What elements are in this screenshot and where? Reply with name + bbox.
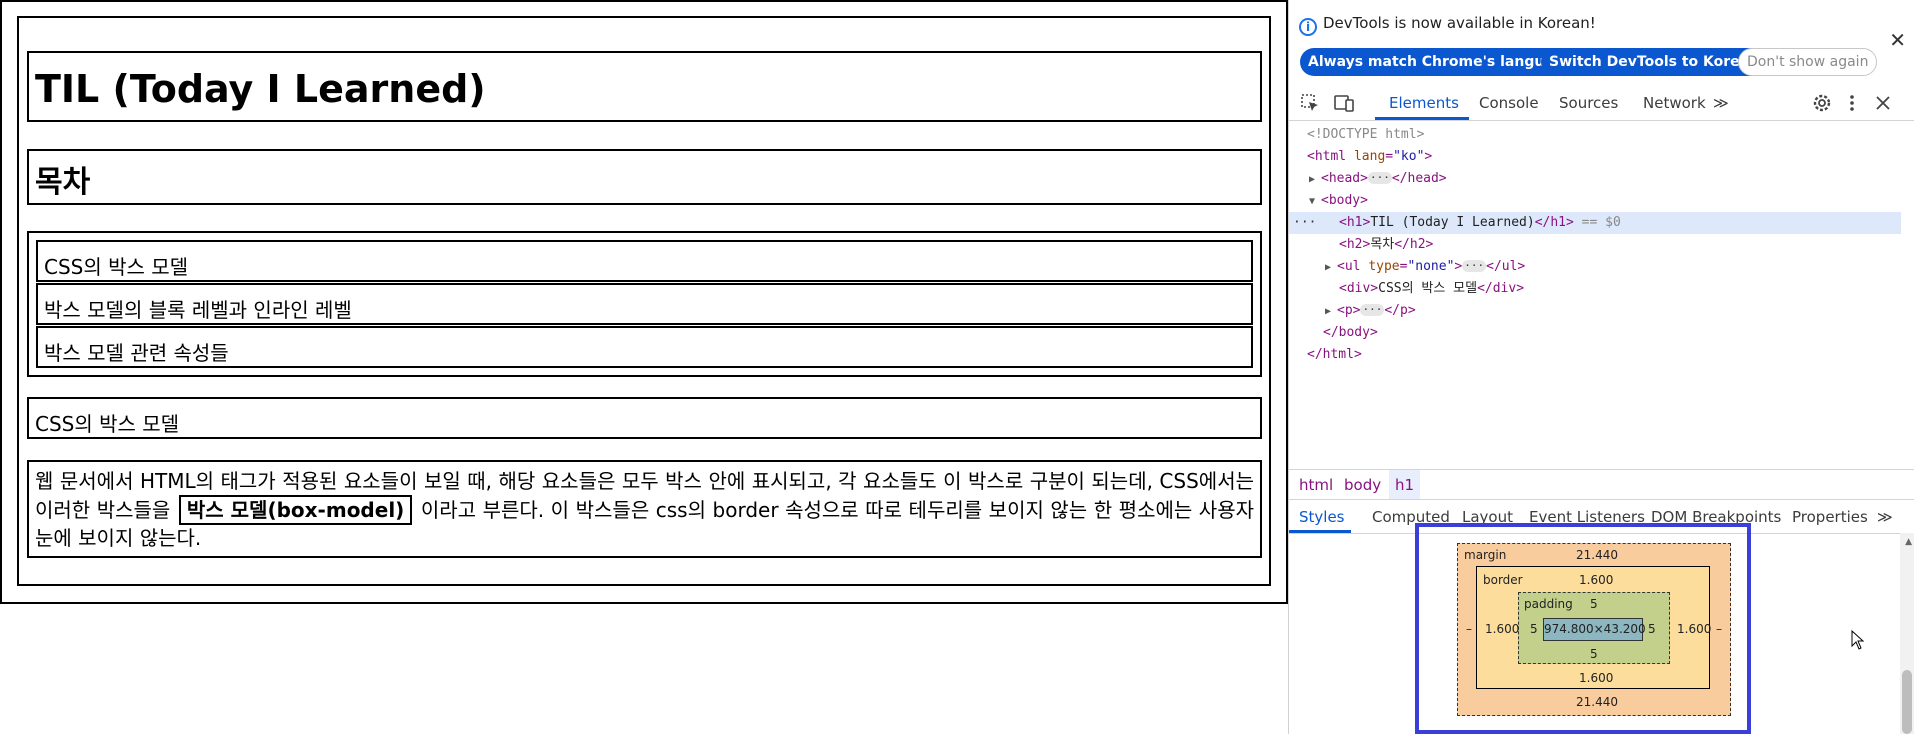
page-title-text: TIL (Today I Learned) xyxy=(35,67,486,111)
padding-left-value[interactable]: 5 xyxy=(1530,622,1538,636)
section-div: CSS의 박스 모델 xyxy=(27,397,1262,439)
border-right-value[interactable]: 1.600 xyxy=(1677,622,1711,636)
dom-head[interactable]: ▶ <head> ··· </head> xyxy=(1309,168,1447,190)
gear-icon[interactable] xyxy=(1811,92,1833,114)
padding-right-value[interactable]: 5 xyxy=(1648,622,1656,636)
expand-triangle-icon[interactable]: ▶ xyxy=(1325,257,1337,279)
close-devtools-icon[interactable] xyxy=(1872,92,1894,114)
box-model-content[interactable]: 974.800×43.200 xyxy=(1543,618,1646,641)
list-item-text: 박스 모델의 블록 레벨과 인라인 레벨 xyxy=(44,298,352,322)
tab-elements[interactable]: Elements xyxy=(1389,94,1459,112)
dom-h1-selected[interactable]: ··· <h1>TIL (Today I Learned)</h1> == $0 xyxy=(1289,212,1901,234)
body-close-tag: </body> xyxy=(1323,325,1378,340)
border-top-value[interactable]: 1.600 xyxy=(1579,573,1613,587)
padding-label: padding xyxy=(1524,597,1573,611)
collapse-triangle-icon[interactable]: ▼ xyxy=(1309,191,1321,213)
expand-triangle-icon[interactable]: ▶ xyxy=(1309,169,1321,191)
tab-network[interactable]: Network xyxy=(1643,94,1706,112)
doctype-text: <!DOCTYPE html> xyxy=(1307,127,1425,142)
close-icon[interactable]: ✕ xyxy=(1889,30,1906,50)
toc-list: CSS의 박스 모델 박스 모델의 블록 레벨과 인라인 레벨 박스 모델 관련… xyxy=(27,231,1262,377)
tab-console[interactable]: Console xyxy=(1479,94,1539,112)
list-item: 박스 모델 관련 속성들 xyxy=(36,326,1253,368)
margin-label: margin xyxy=(1464,548,1507,562)
tab-sources[interactable]: Sources xyxy=(1559,94,1618,112)
padding-top-value[interactable]: 5 xyxy=(1590,597,1598,611)
breadcrumb: html body h1 xyxy=(1289,469,1914,500)
dom-div[interactable]: <div>CSS의 박스 모델</div> xyxy=(1339,278,1524,300)
content-paragraph: 웹 문서에서 HTML의 태그가 적용된 요소들이 보일 때, 해당 요소들은 … xyxy=(27,460,1262,558)
dom-ul[interactable]: ▶ <ul type="none"> ··· </ul> xyxy=(1325,256,1525,278)
paragraph-text: 웹 문서에서 HTML의 태그가 적용된 요소들이 보일 때, 해당 요소들은 … xyxy=(35,468,1254,552)
devtools-toolbar: Elements Console Sources Network ≫ xyxy=(1289,86,1914,121)
more-options-icon[interactable] xyxy=(1841,92,1863,114)
dom-p[interactable]: ▶ <p> ··· </p> xyxy=(1325,300,1416,322)
list-item-text: 박스 모델 관련 속성들 xyxy=(44,341,229,365)
border-left-value[interactable]: 1.600 xyxy=(1485,622,1519,636)
html-tag: <html xyxy=(1307,149,1347,164)
ellipsis-icon[interactable]: ··· xyxy=(1462,260,1487,272)
ellipsis-icon[interactable]: ··· xyxy=(1360,304,1385,316)
info-icon: i xyxy=(1299,18,1317,36)
dom-body-close[interactable]: </body> xyxy=(1323,322,1378,344)
switch-korean-button[interactable]: Switch DevTools to Korean xyxy=(1541,48,1768,76)
h1-text: TIL (Today I Learned) xyxy=(1370,215,1535,230)
toc-heading: 목차 xyxy=(27,149,1262,205)
h2-text: 목차 xyxy=(1370,237,1395,252)
page-title: TIL (Today I Learned) xyxy=(27,51,1262,122)
language-notice: i DevTools is now available in Korean! xyxy=(1299,14,1596,36)
inspect-element-icon[interactable] xyxy=(1299,92,1321,114)
ellipsis-icon[interactable]: ··· xyxy=(1367,172,1392,184)
padding-bottom-value[interactable]: 5 xyxy=(1590,647,1598,661)
scrollbar-thumb[interactable] xyxy=(1902,670,1912,734)
border-bottom-value[interactable]: 1.600 xyxy=(1579,671,1613,685)
lang-value: "ko" xyxy=(1393,149,1425,164)
margin-left-value[interactable]: – xyxy=(1466,622,1472,636)
row-marker-icon[interactable]: ··· xyxy=(1293,212,1316,234)
more-tabs-icon[interactable]: ≫ xyxy=(1713,94,1729,112)
lang-attr: lang xyxy=(1353,149,1386,164)
tab-properties[interactable]: Properties xyxy=(1792,508,1868,526)
expand-triangle-icon[interactable]: ▶ xyxy=(1325,301,1337,323)
ul-type-value: "none" xyxy=(1407,259,1455,274)
head-close-tag: </head> xyxy=(1391,171,1447,186)
selected-marker: == $0 xyxy=(1581,215,1621,230)
margin-bottom-value[interactable]: 21.440 xyxy=(1576,695,1618,709)
more-subtabs-icon[interactable]: ≫ xyxy=(1877,508,1893,526)
toc-heading-text: 목차 xyxy=(35,165,91,200)
paragraph-bold-term: 박스 모델(box-model) xyxy=(178,495,413,525)
margin-right-value[interactable]: – xyxy=(1716,622,1722,636)
section-div-text: CSS의 박스 모델 xyxy=(35,412,180,436)
div-text: CSS의 박스 모델 xyxy=(1378,281,1478,296)
breadcrumb-body[interactable]: body xyxy=(1344,476,1381,494)
tab-styles[interactable]: Styles xyxy=(1299,508,1345,526)
device-toolbar-icon[interactable] xyxy=(1333,92,1355,114)
dom-html-open[interactable]: <html lang="ko"> xyxy=(1307,146,1432,168)
list-item: CSS의 박스 모델 xyxy=(36,240,1253,282)
list-item: 박스 모델의 블록 레벨과 인라인 레벨 xyxy=(36,283,1253,325)
page-viewport: TIL (Today I Learned) 목차 CSS의 박스 모델 박스 모… xyxy=(0,0,1288,734)
body-tag: <body> xyxy=(1321,193,1368,208)
margin-top-value[interactable]: 21.440 xyxy=(1576,548,1618,562)
active-tab-indicator xyxy=(1375,117,1469,120)
match-language-button[interactable]: Always match Chrome's language xyxy=(1300,48,1582,76)
dom-doctype[interactable]: <!DOCTYPE html> xyxy=(1307,124,1424,146)
ul-type-attr: type xyxy=(1368,259,1400,274)
dont-show-again-button[interactable]: Don't show again xyxy=(1738,48,1878,76)
html-close-tag: </html> xyxy=(1307,347,1362,362)
dom-html-close[interactable]: </html> xyxy=(1307,344,1362,366)
scroll-up-icon[interactable]: ▲ xyxy=(1905,537,1912,547)
mouse-cursor-icon xyxy=(1851,630,1865,650)
border-label: border xyxy=(1483,573,1523,587)
active-subtab-indicator xyxy=(1289,530,1351,533)
head-tag: <head> xyxy=(1321,171,1368,186)
dom-h2[interactable]: <h2>목차</h2> xyxy=(1339,234,1433,256)
breadcrumb-h1[interactable]: h1 xyxy=(1389,470,1421,500)
language-notice-text: DevTools is now available in Korean! xyxy=(1323,14,1596,32)
breadcrumb-html[interactable]: html xyxy=(1299,476,1333,494)
list-item-text: CSS의 박스 모델 xyxy=(44,255,189,279)
dom-body-open[interactable]: ▼ <body> xyxy=(1309,190,1368,212)
